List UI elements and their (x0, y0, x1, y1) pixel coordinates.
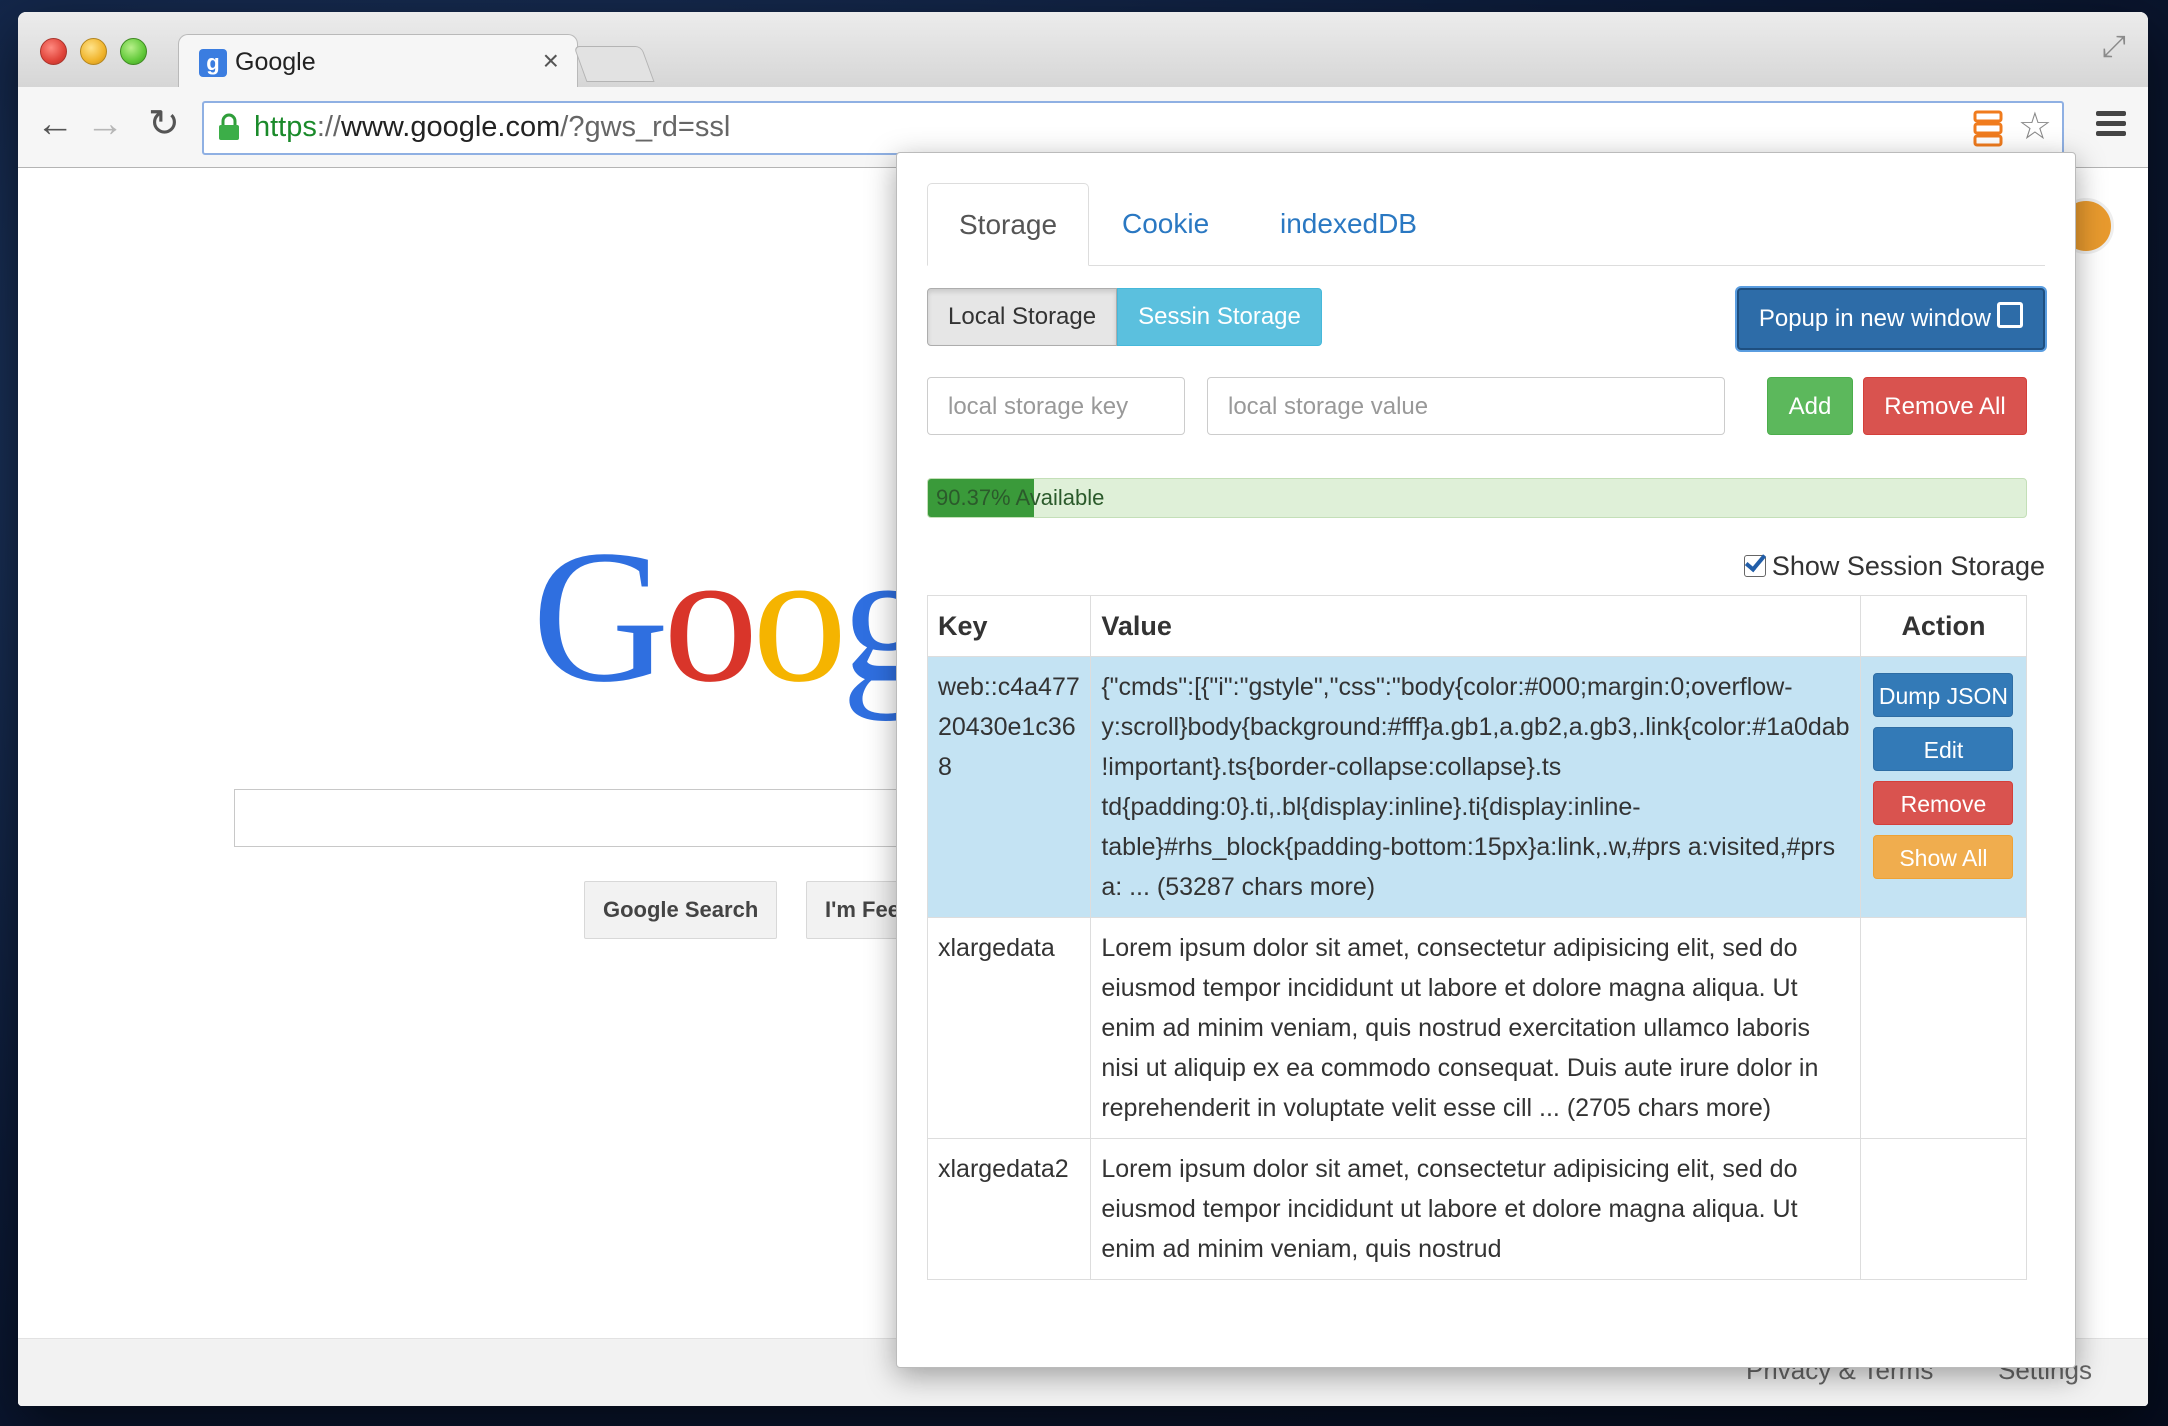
zoom-window-button[interactable] (120, 38, 147, 65)
popup-new-window-label: Popup in new window (1758, 305, 1991, 332)
url-text: https://www.google.com/?gws_rd=ssl (254, 111, 730, 144)
new-tab-button[interactable] (573, 46, 655, 82)
row-value: Lorem ipsum dolor sit amet, consectetur … (1090, 1138, 1861, 1280)
remove-button[interactable]: Remove (1873, 781, 2014, 825)
tab-strip: g Google × ⤢ (18, 12, 2148, 88)
storage-key-input[interactable]: local storage key (927, 377, 1185, 435)
tab-close-icon[interactable]: × (543, 45, 559, 77)
show-session-label: Show Session Storage (1771, 551, 2045, 581)
storage-type-toggle: Local Storage Sessin Storage (927, 288, 1322, 346)
remove-all-button[interactable]: Remove All (1863, 377, 2027, 435)
google-search-button[interactable]: Google Search (584, 881, 778, 939)
tab-cookie[interactable]: Cookie (1091, 183, 1240, 265)
address-bar[interactable]: https://www.google.com/?gws_rd=ssl ☆ (202, 101, 2064, 155)
tab-storage[interactable]: Storage (927, 183, 1090, 266)
column-header-action: Action (1859, 595, 2028, 657)
table-row[interactable]: web::c4a47720430e1c368 {"cmds":[{"i":"gs… (926, 656, 2028, 918)
lock-icon (219, 113, 239, 140)
reload-icon[interactable]: ↻ (148, 101, 180, 147)
fullscreen-icon[interactable]: ⤢ (2102, 30, 2126, 64)
row-actions (1859, 917, 2028, 1139)
google-logo: Goog (532, 522, 936, 712)
popup-new-window-button[interactable]: Popup in new window (1736, 288, 2045, 350)
tab-indexeddb[interactable]: indexedDB (1249, 183, 1448, 265)
show-all-button[interactable]: Show All (1873, 835, 2014, 879)
browser-window: g Google × ⤢ ← → ↻ https://www.google.co… (18, 12, 2148, 1406)
storage-usage-progress: 90.37% Available (927, 478, 2027, 518)
row-key: xlargedata (926, 917, 1092, 1139)
back-arrow-icon[interactable]: ← (36, 101, 74, 147)
session-storage-button[interactable]: Sessin Storage (1117, 288, 1322, 346)
forward-arrow-icon[interactable]: → (86, 101, 124, 147)
edit-button[interactable]: Edit (1873, 727, 2014, 771)
minimize-window-button[interactable] (80, 38, 107, 65)
table-row[interactable]: xlargedata Lorem ipsum dolor sit amet, c… (926, 917, 2028, 1139)
table-header-row: Key Value Action (926, 595, 2028, 657)
storage-available-label: 90.37% Available (936, 485, 1105, 510)
star-icon[interactable]: ☆ (2018, 105, 2052, 149)
logo-letter: o (752, 512, 847, 722)
hamburger-menu-icon[interactable] (2096, 111, 2126, 141)
popup-tabs: Storage Cookie indexedDB (927, 183, 2045, 266)
storage-table: Key Value Action web::c4a47720430e1c368 … (926, 595, 2028, 1280)
url-scheme: https (254, 111, 317, 143)
column-header-value: Value (1090, 595, 1861, 657)
show-session-storage-checkbox[interactable]: Show Session Storage (1743, 551, 2045, 582)
logo-letter: G (532, 512, 669, 722)
row-key: xlargedata2 (926, 1138, 1092, 1280)
column-header-key: Key (926, 595, 1092, 657)
google-favicon-icon: g (199, 49, 227, 77)
tab-title: Google (235, 48, 316, 76)
storage-extension-popup: Storage Cookie indexedDB Local Storage S… (896, 152, 2076, 1368)
logo-letter: o (663, 512, 758, 722)
table-row[interactable]: xlargedata2 Lorem ipsum dolor sit amet, … (926, 1138, 2028, 1280)
row-value: Lorem ipsum dolor sit amet, consectetur … (1090, 917, 1861, 1139)
row-value: {"cmds":[{"i":"gstyle","css":"body{color… (1090, 656, 1861, 918)
row-actions (1859, 1138, 2028, 1280)
url-path: /?gws_rd=ssl (560, 111, 731, 143)
add-button[interactable]: Add (1767, 377, 1853, 435)
browser-tab-google[interactable]: g Google × (178, 34, 578, 88)
local-storage-button[interactable]: Local Storage (927, 288, 1118, 346)
storage-extension-icon[interactable] (1972, 109, 2004, 147)
external-link-icon (1997, 302, 2023, 328)
storage-value-input[interactable]: local storage value (1207, 377, 1725, 435)
url-host: www.google.com (341, 111, 561, 143)
dump-json-button[interactable]: Dump JSON (1873, 673, 2014, 717)
close-window-button[interactable] (40, 38, 67, 65)
row-actions: Dump JSON Edit Remove Show All (1859, 656, 2028, 918)
url-separator: :// (316, 111, 342, 143)
checkbox-checked-icon[interactable] (1743, 555, 1766, 577)
row-key: web::c4a47720430e1c368 (926, 656, 1092, 918)
